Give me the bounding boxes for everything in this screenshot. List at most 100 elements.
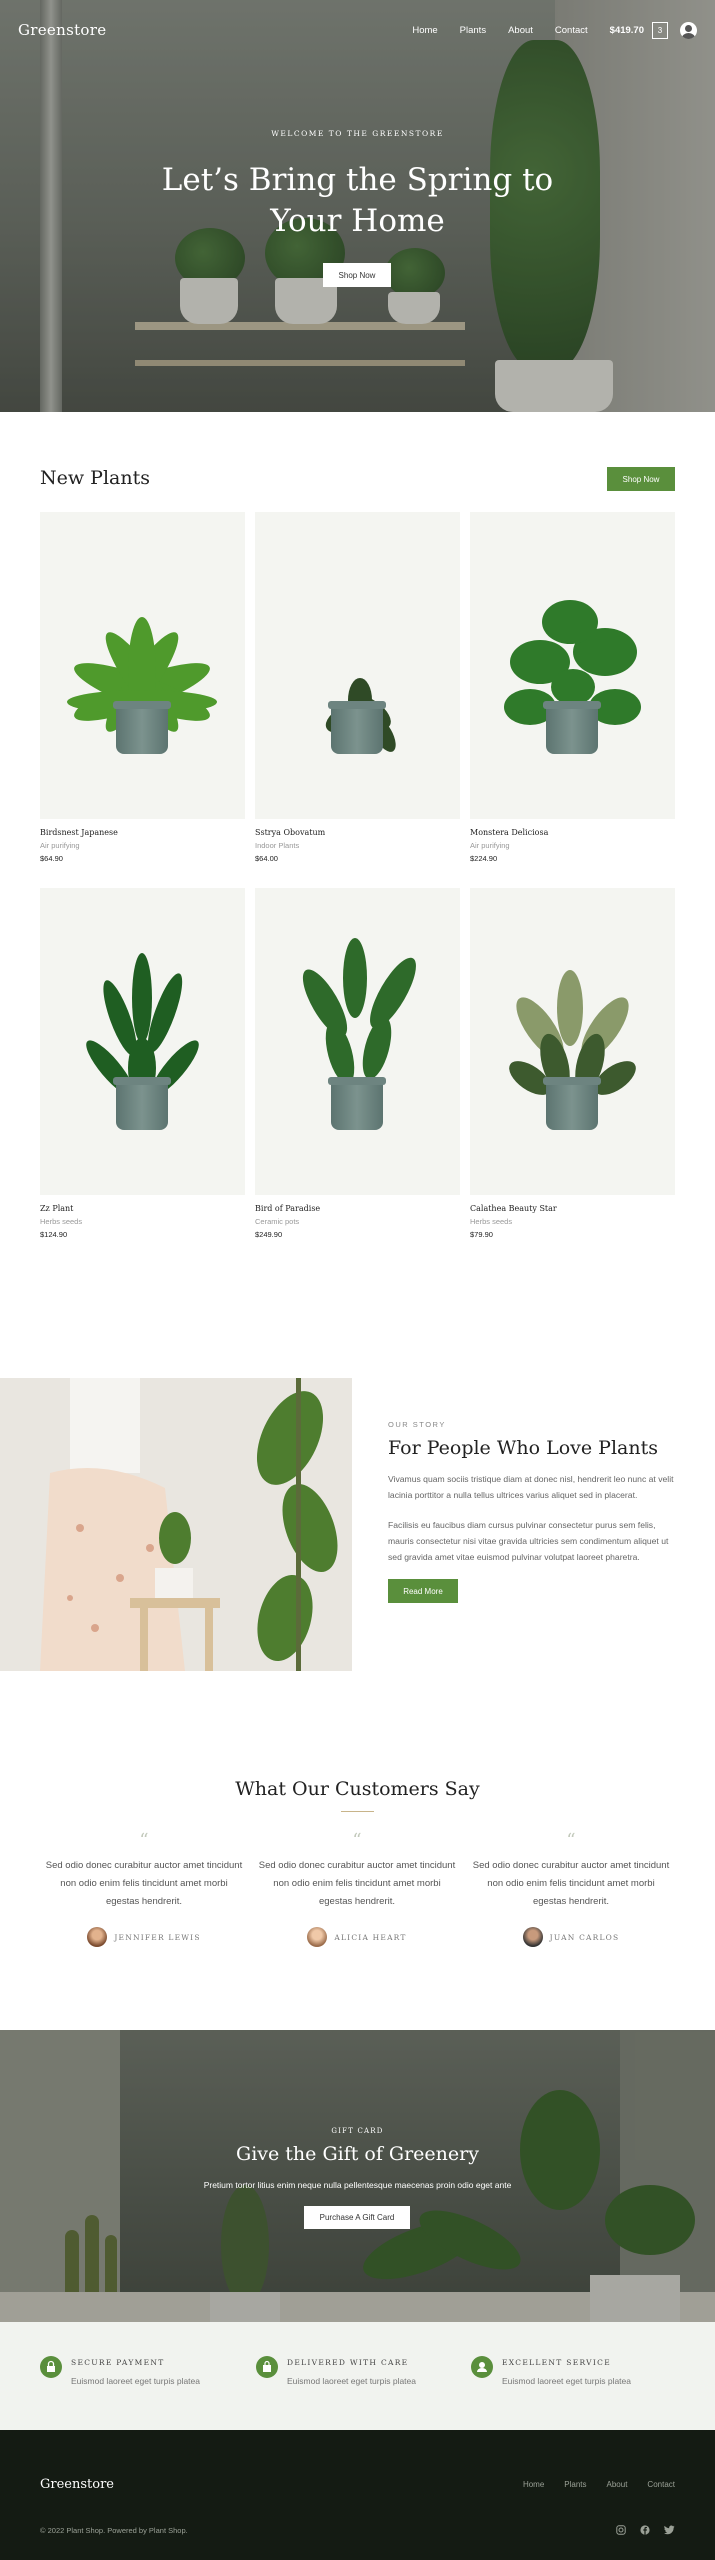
nav-link-about[interactable]: About: [508, 25, 533, 36]
footer-links: Home Plants About Contact: [523, 2480, 675, 2489]
product-name[interactable]: Monstera Deliciosa: [470, 828, 675, 837]
testimonial-card: “ Sed odio donec curabitur auctor amet t…: [471, 1830, 671, 1947]
product-category: Ceramic pots: [255, 1217, 300, 1226]
testimonial-text: Sed odio donec curabitur auctor amet tin…: [472, 1860, 670, 1907]
product-card[interactable]: Bird of Paradise Ceramic pots $249.90: [255, 888, 460, 1239]
nav-link-home[interactable]: Home: [412, 25, 437, 36]
testimonials-title: What Our Customers Say: [235, 1778, 480, 1800]
product-image[interactable]: [40, 888, 245, 1195]
product-name[interactable]: Sstrya Obovatum: [255, 828, 460, 837]
feature-title: SECURE PAYMENT: [71, 2358, 165, 2367]
user-icon: [471, 2356, 493, 2378]
product-card[interactable]: Zz Plant Herbs seeds $124.90: [40, 888, 245, 1239]
testimonial-author: JENNIFER LEWIS: [44, 1927, 244, 1947]
instagram-icon[interactable]: [616, 2525, 626, 2538]
calathea-plant-icon: [509, 970, 636, 1095]
footer-link-home[interactable]: Home: [523, 2480, 544, 2489]
cart-total[interactable]: $419.70: [610, 25, 644, 36]
product-price: $64.00: [255, 854, 278, 863]
account-icon[interactable]: [680, 21, 697, 39]
hero-section: Greenstore Home Plants About Contact $41…: [0, 0, 715, 412]
hero-title: Let’s Bring the Spring to Your Home: [161, 162, 554, 239]
quote-icon: “: [566, 1830, 576, 1851]
nav-link-plants[interactable]: Plants: [460, 25, 486, 36]
story-paragraph: Vivamus quam sociis tristique diam at do…: [388, 1474, 674, 1500]
product-price: $64.90: [40, 854, 63, 863]
product-price: $224.90: [470, 854, 498, 863]
feature-description: Euismod laoreet eget turpis platea: [287, 2376, 416, 2386]
nav-link-contact[interactable]: Contact: [555, 25, 588, 36]
monstera-plant-icon: [504, 600, 641, 725]
story-content: OUR STORY For People Who Love Plants Viv…: [388, 1420, 678, 1603]
product-pot: [328, 701, 386, 754]
product-pot: [543, 1077, 601, 1130]
product-image[interactable]: [255, 512, 460, 819]
product-image[interactable]: [40, 512, 245, 819]
product-pot: [328, 1077, 386, 1130]
story-eyebrow: OUR STORY: [388, 1420, 446, 1429]
feature-item: EXCELLENT SERVICE Euismod laoreet eget t…: [471, 2356, 631, 2386]
twitter-icon[interactable]: [664, 2525, 675, 2538]
facebook-icon[interactable]: [640, 2525, 650, 2538]
testimonial-card: “ Sed odio donec curabitur auctor amet t…: [257, 1830, 457, 1947]
feature-item: DELIVERED WITH CARE Euismod laoreet eget…: [256, 2356, 416, 2386]
title-divider: [341, 1811, 374, 1812]
hero-eyebrow: WELCOME TO THE GREENSTORE: [271, 129, 444, 138]
read-more-button[interactable]: Read More: [388, 1579, 458, 1603]
footer-link-plants[interactable]: Plants: [564, 2480, 586, 2489]
product-category: Air purifying: [40, 841, 80, 850]
product-image[interactable]: [255, 888, 460, 1195]
small-plant-icon: [325, 678, 396, 752]
gift-eyebrow: GIFT CARD: [331, 2127, 384, 2135]
product-card[interactable]: Calathea Beauty Star Herbs seeds $79.90: [470, 888, 675, 1239]
feature-title: EXCELLENT SERVICE: [502, 2358, 611, 2367]
nav-links: Home Plants About Contact: [412, 25, 587, 36]
product-name[interactable]: Birdsnest Japanese: [40, 828, 245, 837]
footer-logo[interactable]: Greenstore: [40, 2477, 114, 2492]
site-footer: Greenstore Home Plants About Contact © 2…: [0, 2430, 715, 2560]
purchase-gift-card-button[interactable]: Purchase A Gift Card: [304, 2206, 410, 2229]
site-logo[interactable]: Greenstore: [18, 21, 106, 39]
product-price: $249.90: [255, 1230, 283, 1239]
author-name: ALICIA HEART: [334, 1932, 407, 1942]
quote-icon: “: [352, 1830, 362, 1851]
footer-link-contact[interactable]: Contact: [647, 2480, 675, 2489]
product-card[interactable]: Sstrya Obovatum Indoor Plants $64.00: [255, 512, 460, 863]
zz-plant-icon: [86, 953, 199, 1098]
testimonial-card: “ Sed odio donec curabitur auctor amet t…: [44, 1830, 244, 1947]
author-name: JENNIFER LEWIS: [114, 1932, 201, 1942]
cart-icon[interactable]: 3: [652, 21, 668, 39]
product-category: Herbs seeds: [40, 1217, 83, 1226]
fern-plant-icon: [67, 617, 217, 732]
feature-item: SECURE PAYMENT Euismod laoreet eget turp…: [40, 2356, 200, 2386]
product-image[interactable]: [470, 512, 675, 819]
gift-title: Give the Gift of Greenery: [236, 2143, 479, 2165]
testimonial-author: ALICIA HEART: [257, 1927, 457, 1947]
product-name[interactable]: Bird of Paradise: [255, 1204, 460, 1213]
product-name[interactable]: Calathea Beauty Star: [470, 1204, 675, 1213]
cart-count: 3: [657, 25, 663, 35]
story-title: For People Who Love Plants: [388, 1437, 658, 1459]
product-card[interactable]: Birdsnest Japanese Air purifying $64.90: [40, 512, 245, 863]
avatar: [307, 1927, 328, 1947]
product-pot: [113, 1077, 171, 1130]
copyright: © 2022 Plant Shop. Powered by Plant Shop…: [40, 2526, 188, 2535]
product-card[interactable]: Monstera Deliciosa Air purifying $224.90: [470, 512, 675, 863]
testimonial-text: Sed odio donec curabitur auctor amet tin…: [258, 1860, 456, 1907]
hero-shop-now-button[interactable]: Shop Now: [323, 263, 391, 287]
bird-of-paradise-icon: [302, 938, 416, 1085]
features-bar: SECURE PAYMENT Euismod laoreet eget turp…: [0, 2322, 715, 2430]
product-image[interactable]: [470, 888, 675, 1195]
story-paragraph: Facilisis eu faucibus diam cursus pulvin…: [388, 1520, 669, 1562]
testimonial-author: JUAN CARLOS: [471, 1927, 671, 1947]
new-plants-shop-now-button[interactable]: Shop Now: [607, 467, 675, 491]
product-name[interactable]: Zz Plant: [40, 1204, 245, 1213]
product-category: Herbs seeds: [470, 1217, 513, 1226]
bag-icon: [256, 2356, 278, 2378]
social-links: [616, 2525, 675, 2538]
product-category: Indoor Plants: [255, 841, 300, 850]
author-name: JUAN CARLOS: [549, 1932, 620, 1942]
product-pot: [113, 701, 171, 754]
footer-link-about[interactable]: About: [607, 2480, 628, 2489]
feature-description: Euismod laoreet eget turpis platea: [71, 2376, 200, 2386]
